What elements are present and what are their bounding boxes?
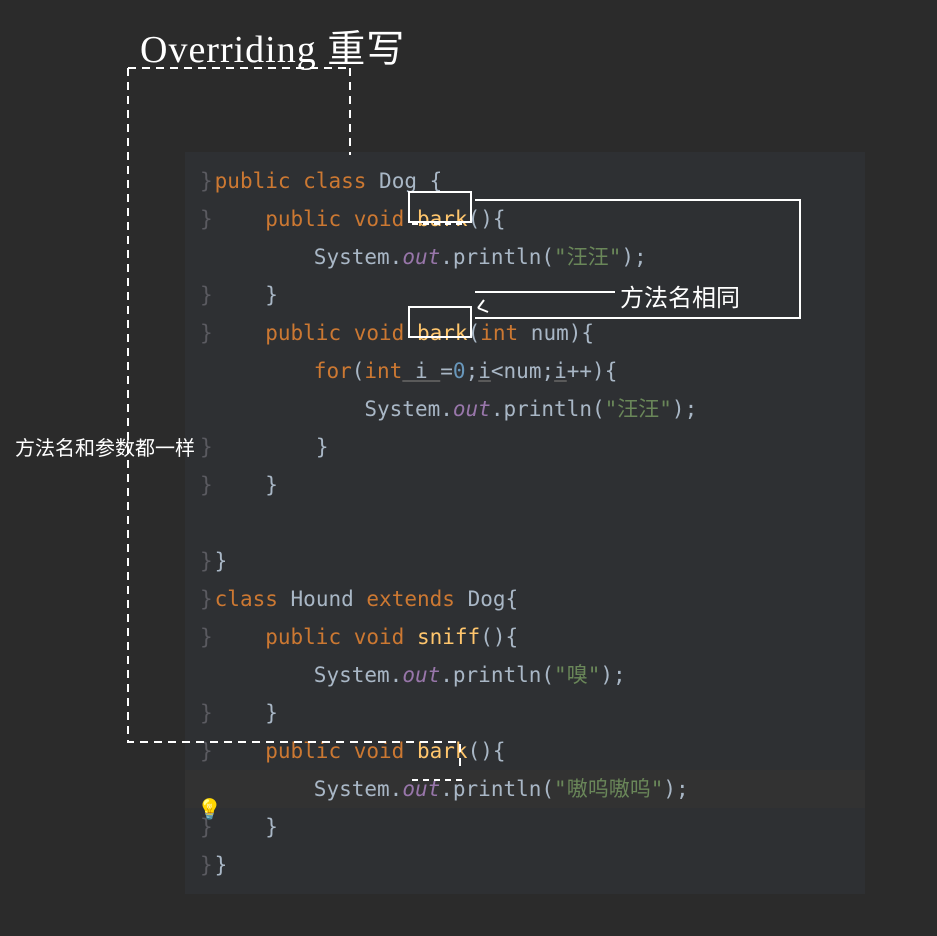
code-line[interactable]: System.out.println("嗅");: [185, 656, 865, 694]
code-editor[interactable]: }public class Dog { } public void bark()…: [185, 152, 865, 894]
code-line[interactable]: } public void sniff(){: [185, 618, 865, 656]
annotation-method-param-same: 方法名和参数都一样: [15, 432, 195, 461]
code-line[interactable]: } }: [185, 276, 865, 314]
annotation-method-same: 方法名相同: [620, 278, 740, 313]
code-line[interactable]: } }: [185, 808, 865, 846]
code-line[interactable]: } }: [185, 466, 865, 504]
code-line[interactable]: } public void bark(){: [185, 200, 865, 238]
code-line[interactable]: [185, 504, 865, 542]
annotation-title: Overriding 重写: [140, 18, 405, 73]
code-line[interactable]: }}: [185, 542, 865, 580]
code-line[interactable]: System.out.println("汪汪");: [185, 390, 865, 428]
code-line[interactable]: }class Hound extends Dog{: [185, 580, 865, 618]
code-line[interactable]: for(int i =0;i<num;i++){: [185, 352, 865, 390]
code-line[interactable]: }}: [185, 846, 865, 884]
code-line[interactable]: } public void bark(int num){: [185, 314, 865, 352]
code-line[interactable]: } }: [185, 694, 865, 732]
lightbulb-icon[interactable]: 💡: [197, 797, 222, 821]
code-line[interactable]: } public void bark(){: [185, 732, 865, 770]
code-line-active[interactable]: System.out.println("嗷呜嗷呜");: [185, 770, 865, 808]
code-line[interactable]: System.out.println("汪汪");: [185, 238, 865, 276]
code-line[interactable]: }public class Dog {: [185, 162, 865, 200]
code-line[interactable]: } }: [185, 428, 865, 466]
